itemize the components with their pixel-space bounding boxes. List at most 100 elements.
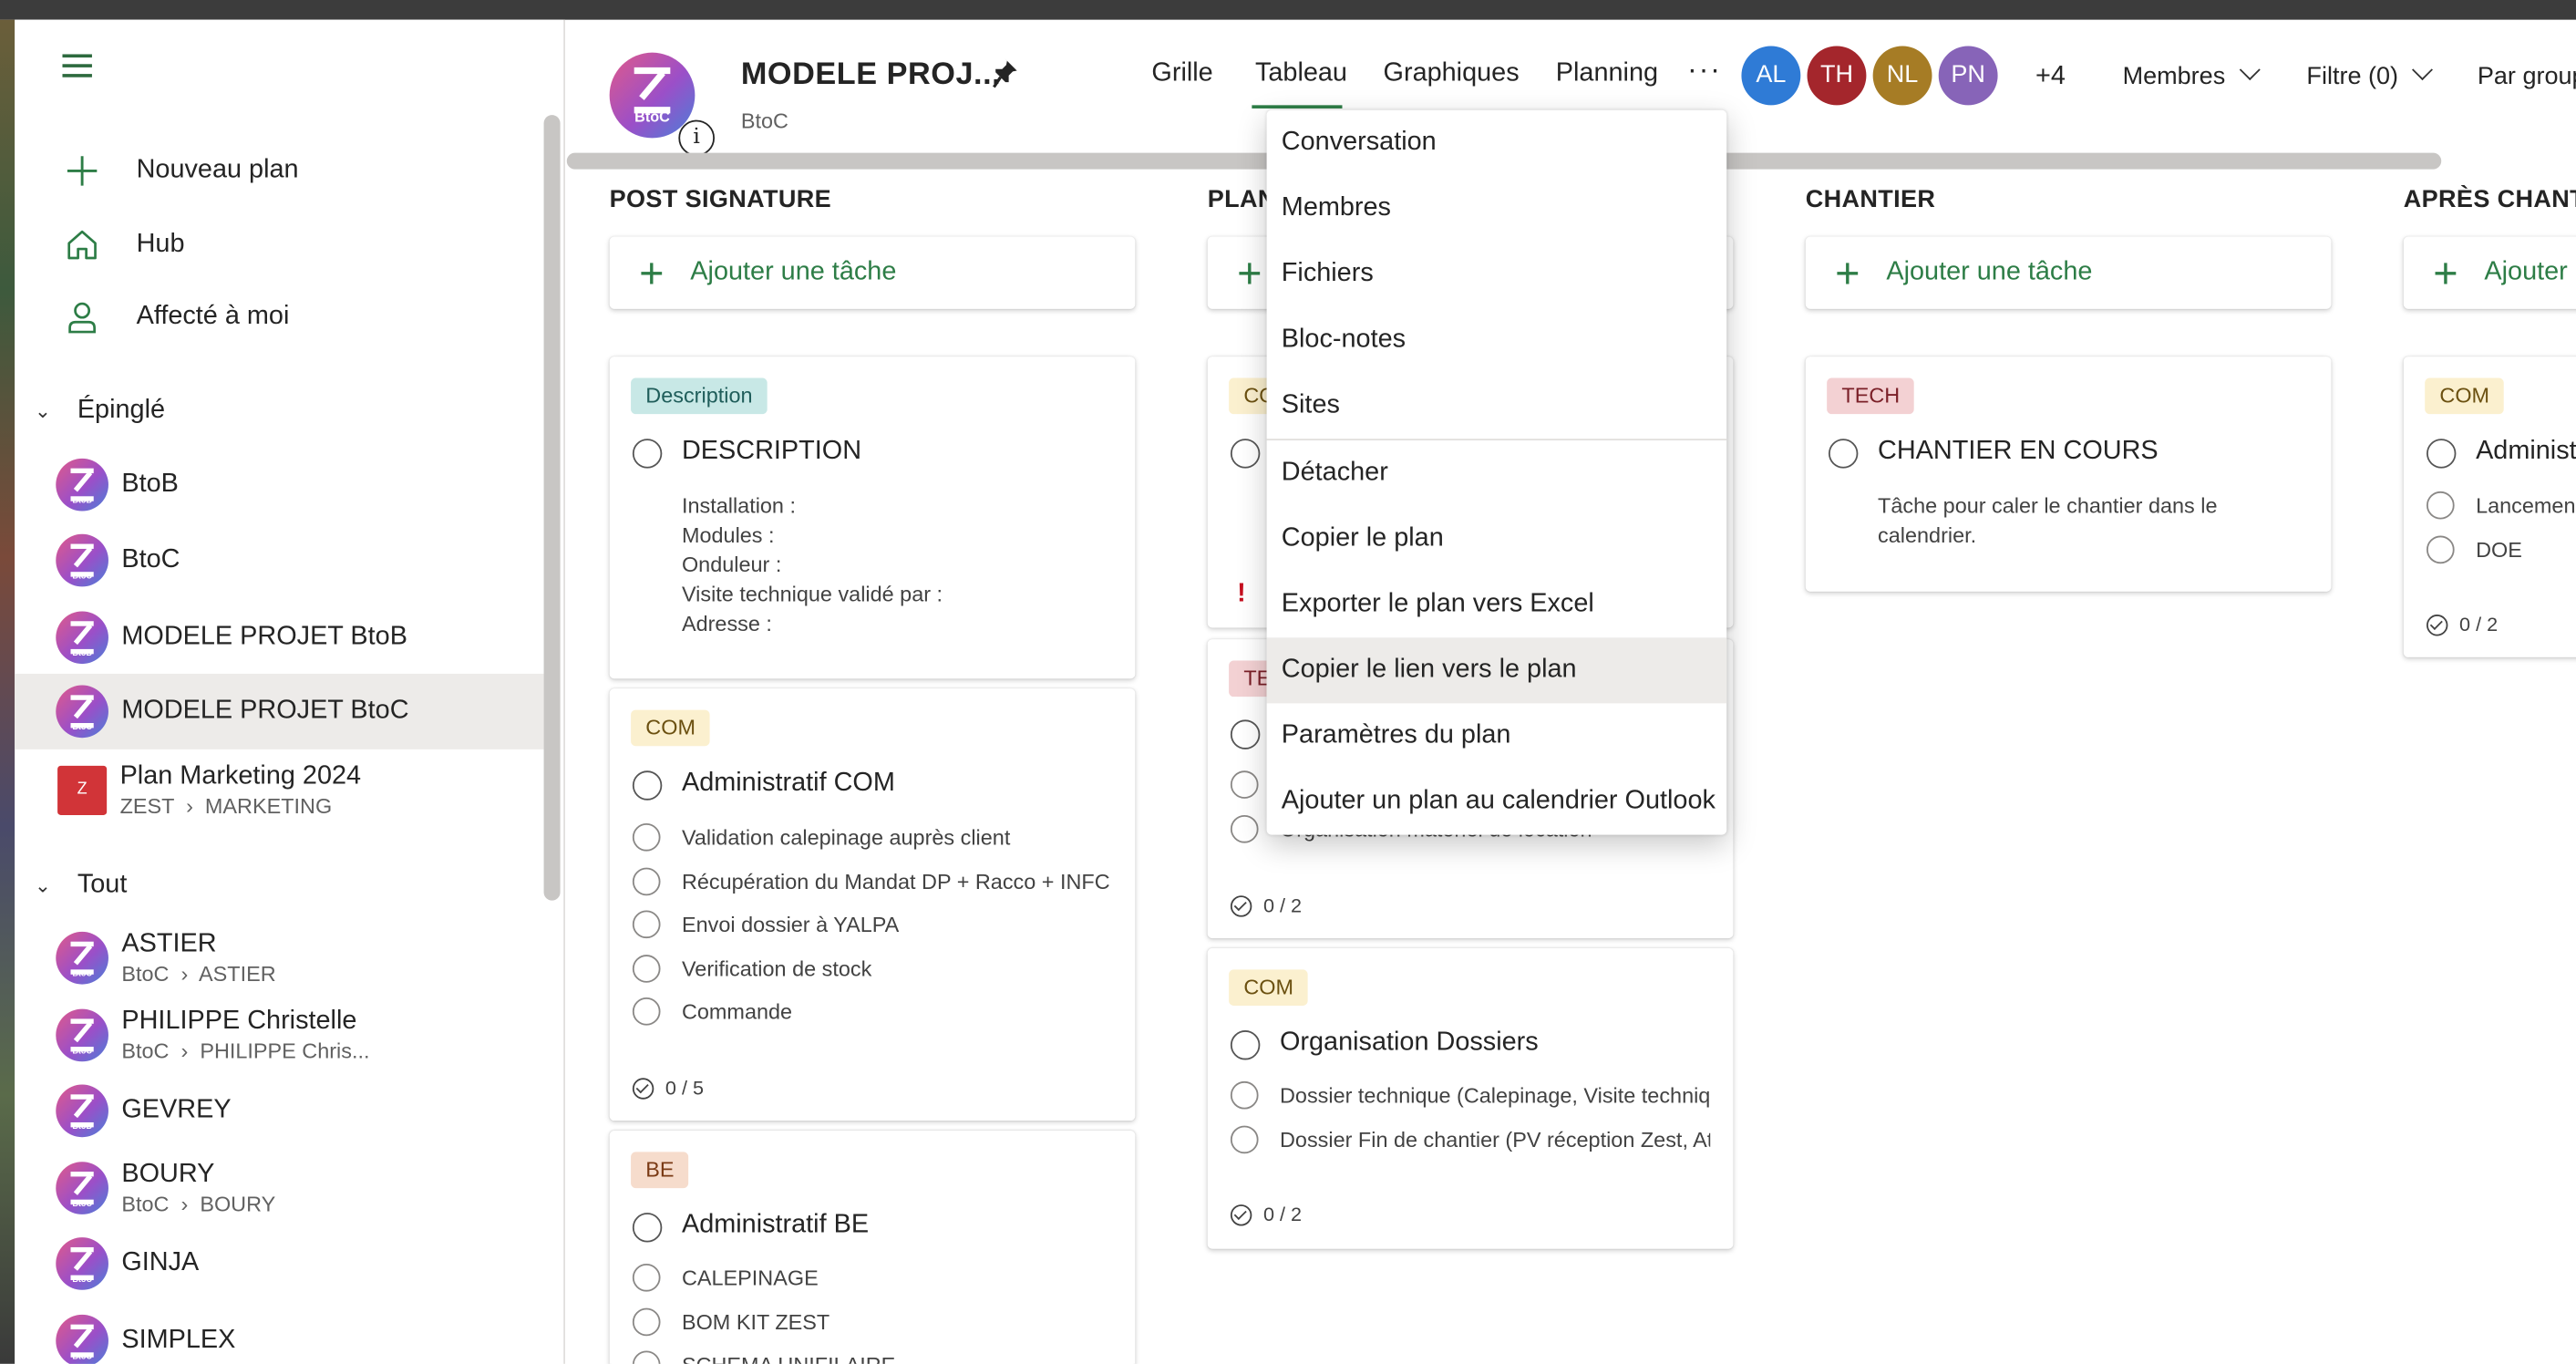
- checklist-checkbox[interactable]: [1230, 770, 1259, 799]
- task-card[interactable]: COM Organisation Dossiers Dossier techni…: [1207, 947, 1734, 1249]
- plan-avatar: BtoC: [56, 1314, 108, 1364]
- checklist-checkbox[interactable]: [1230, 1080, 1259, 1110]
- menu-item-conversation[interactable]: Conversation: [1267, 110, 1727, 176]
- menu-item-notebook[interactable]: Bloc-notes: [1267, 307, 1727, 373]
- menu-item-members[interactable]: Membres: [1267, 176, 1727, 242]
- chevron-down-icon: [2411, 59, 2433, 81]
- new-plan-button[interactable]: Nouveau plan: [15, 138, 541, 203]
- complete-task-checkbox[interactable]: [1230, 439, 1261, 469]
- complete-task-checkbox[interactable]: [1230, 1030, 1261, 1060]
- checklist-checkbox[interactable]: [1230, 814, 1259, 843]
- checklist-checkbox[interactable]: [2426, 491, 2455, 520]
- add-task-button[interactable]: + Ajouter: [2403, 236, 2576, 309]
- menu-item-plan-settings[interactable]: Paramètres du plan: [1267, 703, 1727, 769]
- checklist-progress: 0 / 5: [632, 1077, 704, 1100]
- add-task-button[interactable]: +Ajouter une tâche: [609, 236, 1136, 309]
- sidebar-plan-astier[interactable]: BtoC ASTIER BtoC › ASTIER: [15, 920, 543, 996]
- task-card[interactable]: BE Administratif BE CALEPINAGE BOM KIT Z…: [609, 1130, 1136, 1364]
- chevron-down-icon: ⌄: [34, 873, 51, 898]
- task-card[interactable]: COM Administratif COM Validation calepin…: [609, 688, 1136, 1121]
- complete-task-checkbox[interactable]: [1828, 439, 1859, 469]
- menu-item-files[interactable]: Fichiers: [1267, 242, 1727, 307]
- menu-item-detach[interactable]: Détacher: [1267, 440, 1727, 506]
- checklist-item: Lancemen: [2476, 492, 2576, 518]
- members-dropdown[interactable]: Membres: [2123, 59, 2260, 90]
- menu-item-copy-plan[interactable]: Copier le plan: [1267, 506, 1727, 572]
- task-title: Administratif COM: [681, 769, 895, 798]
- group-by-dropdown[interactable]: Par group: [2478, 62, 2576, 90]
- label-tag: Description: [631, 377, 768, 415]
- sidebar-plan-philippe[interactable]: BtoC PHILIPPE Christelle BtoC › PHILIPPE…: [15, 997, 543, 1073]
- menu-item-export-excel[interactable]: Exporter le plan vers Excel: [1267, 572, 1727, 637]
- task-card[interactable]: COM Administ Lancemen DOE 0 / 2: [2403, 356, 2576, 657]
- sidebar-plan-boury[interactable]: BtoC BOURY BtoC › BOURY: [15, 1151, 543, 1226]
- checklist-checkbox[interactable]: [632, 822, 661, 852]
- task-title: Organisation Dossiers: [1279, 1028, 1539, 1057]
- checklist-checkbox[interactable]: [632, 1350, 661, 1364]
- sidebar-plan-simplex[interactable]: BtoC SIMPLEX: [15, 1307, 543, 1364]
- info-icon[interactable]: i: [678, 119, 716, 157]
- sidebar: Nouveau plan Hub Affecté à moi ⌄ Épinglé…: [15, 19, 565, 1364]
- hamburger-icon[interactable]: [62, 54, 92, 78]
- checklist-checkbox[interactable]: [632, 867, 661, 896]
- sidebar-plan-marketing[interactable]: Z Plan Marketing 2024 ZEST › MARKETING: [15, 752, 543, 828]
- home-icon: [67, 230, 97, 260]
- sidebar-plan-modele-btoc[interactable]: BtoC MODELE PROJET BtoC: [15, 673, 544, 749]
- plan-name: MODELE PROJET BtoB: [121, 623, 407, 651]
- menu-item-add-outlook-calendar[interactable]: Ajouter un plan au calendrier Outlook: [1267, 769, 1727, 834]
- description-line: Modules :: [681, 522, 775, 548]
- assigned-to-me-button[interactable]: Affecté à moi: [15, 284, 541, 350]
- bucket-title[interactable]: CHANTIER: [1806, 186, 1936, 214]
- assigned-to-me-label: Affecté à moi: [136, 302, 290, 331]
- sidebar-plan-btoc[interactable]: BtoC BtoC: [15, 526, 543, 595]
- sidebar-plan-btob[interactable]: BtoB BtoB: [15, 450, 543, 520]
- bucket-title[interactable]: PLAN: [1208, 186, 1276, 214]
- checklist-checkbox[interactable]: [632, 910, 661, 939]
- tab-planning[interactable]: Planning: [1556, 59, 1658, 88]
- label-tag: COM: [1229, 969, 1309, 1007]
- member-avatar[interactable]: TH: [1807, 46, 1867, 106]
- checklist-checkbox[interactable]: [1230, 1125, 1259, 1154]
- all-heading: Tout: [77, 871, 128, 899]
- pinned-heading: Épinglé: [77, 396, 166, 424]
- checklist-checkbox[interactable]: [632, 1307, 661, 1337]
- task-card[interactable]: TECH CHANTIER EN COURS Tâche pour caler …: [1805, 356, 2332, 592]
- menu-item-sites[interactable]: Sites: [1267, 373, 1727, 439]
- complete-task-checkbox[interactable]: [1230, 719, 1261, 749]
- hub-button[interactable]: Hub: [15, 212, 541, 277]
- complete-task-checkbox[interactable]: [632, 770, 663, 801]
- all-section-toggle[interactable]: ⌄ Tout: [35, 871, 127, 900]
- menu-item-copy-link[interactable]: Copier le lien vers le plan: [1266, 637, 1727, 704]
- complete-task-checkbox[interactable]: [632, 1213, 663, 1243]
- checklist-checkbox[interactable]: [632, 955, 661, 983]
- member-avatar[interactable]: PN: [1938, 46, 1998, 106]
- plan-avatar: BtoB: [56, 458, 108, 512]
- checklist-checkbox[interactable]: [632, 1263, 661, 1292]
- sidebar-plan-gevrey[interactable]: BtoB GEVREY: [15, 1077, 543, 1146]
- extra-members-count[interactable]: +4: [2035, 62, 2066, 91]
- pin-icon[interactable]: [993, 56, 1022, 88]
- tab-grille[interactable]: Grille: [1151, 59, 1212, 88]
- complete-task-checkbox[interactable]: [2426, 439, 2457, 469]
- sidebar-plan-modele-btob[interactable]: BtoB MODELE PROJET BtoB: [15, 603, 543, 672]
- checklist-checkbox[interactable]: [632, 997, 661, 1026]
- bucket-title[interactable]: POST SIGNATURE: [610, 186, 831, 214]
- plan-title[interactable]: MODELE PROJ...: [741, 57, 1001, 94]
- task-card[interactable]: Description DESCRIPTION Installation : M…: [609, 356, 1136, 679]
- sidebar-scrollbar[interactable]: [543, 115, 561, 901]
- label-tag: BE: [631, 1152, 689, 1189]
- plan-avatar: BtoC: [56, 931, 108, 985]
- member-avatar[interactable]: NL: [1872, 46, 1932, 106]
- filter-dropdown[interactable]: Filtre (0): [2306, 59, 2433, 90]
- member-avatar[interactable]: AL: [1741, 46, 1801, 106]
- sidebar-plan-ginja[interactable]: BtoC GINJA: [15, 1229, 543, 1298]
- plan-name: PHILIPPE Christelle: [121, 1007, 357, 1036]
- bucket-title[interactable]: APRÈS CHANTI: [2404, 186, 2576, 214]
- pinned-section-toggle[interactable]: ⌄ Épinglé: [35, 396, 165, 425]
- checklist-checkbox[interactable]: [2426, 535, 2455, 564]
- add-task-button[interactable]: +Ajouter une tâche: [1805, 236, 2332, 309]
- tab-graphiques[interactable]: Graphiques: [1384, 59, 1520, 88]
- more-options-button[interactable]: ···: [1687, 53, 1722, 88]
- complete-task-checkbox[interactable]: [632, 439, 663, 469]
- tab-tableau[interactable]: Tableau: [1255, 59, 1347, 88]
